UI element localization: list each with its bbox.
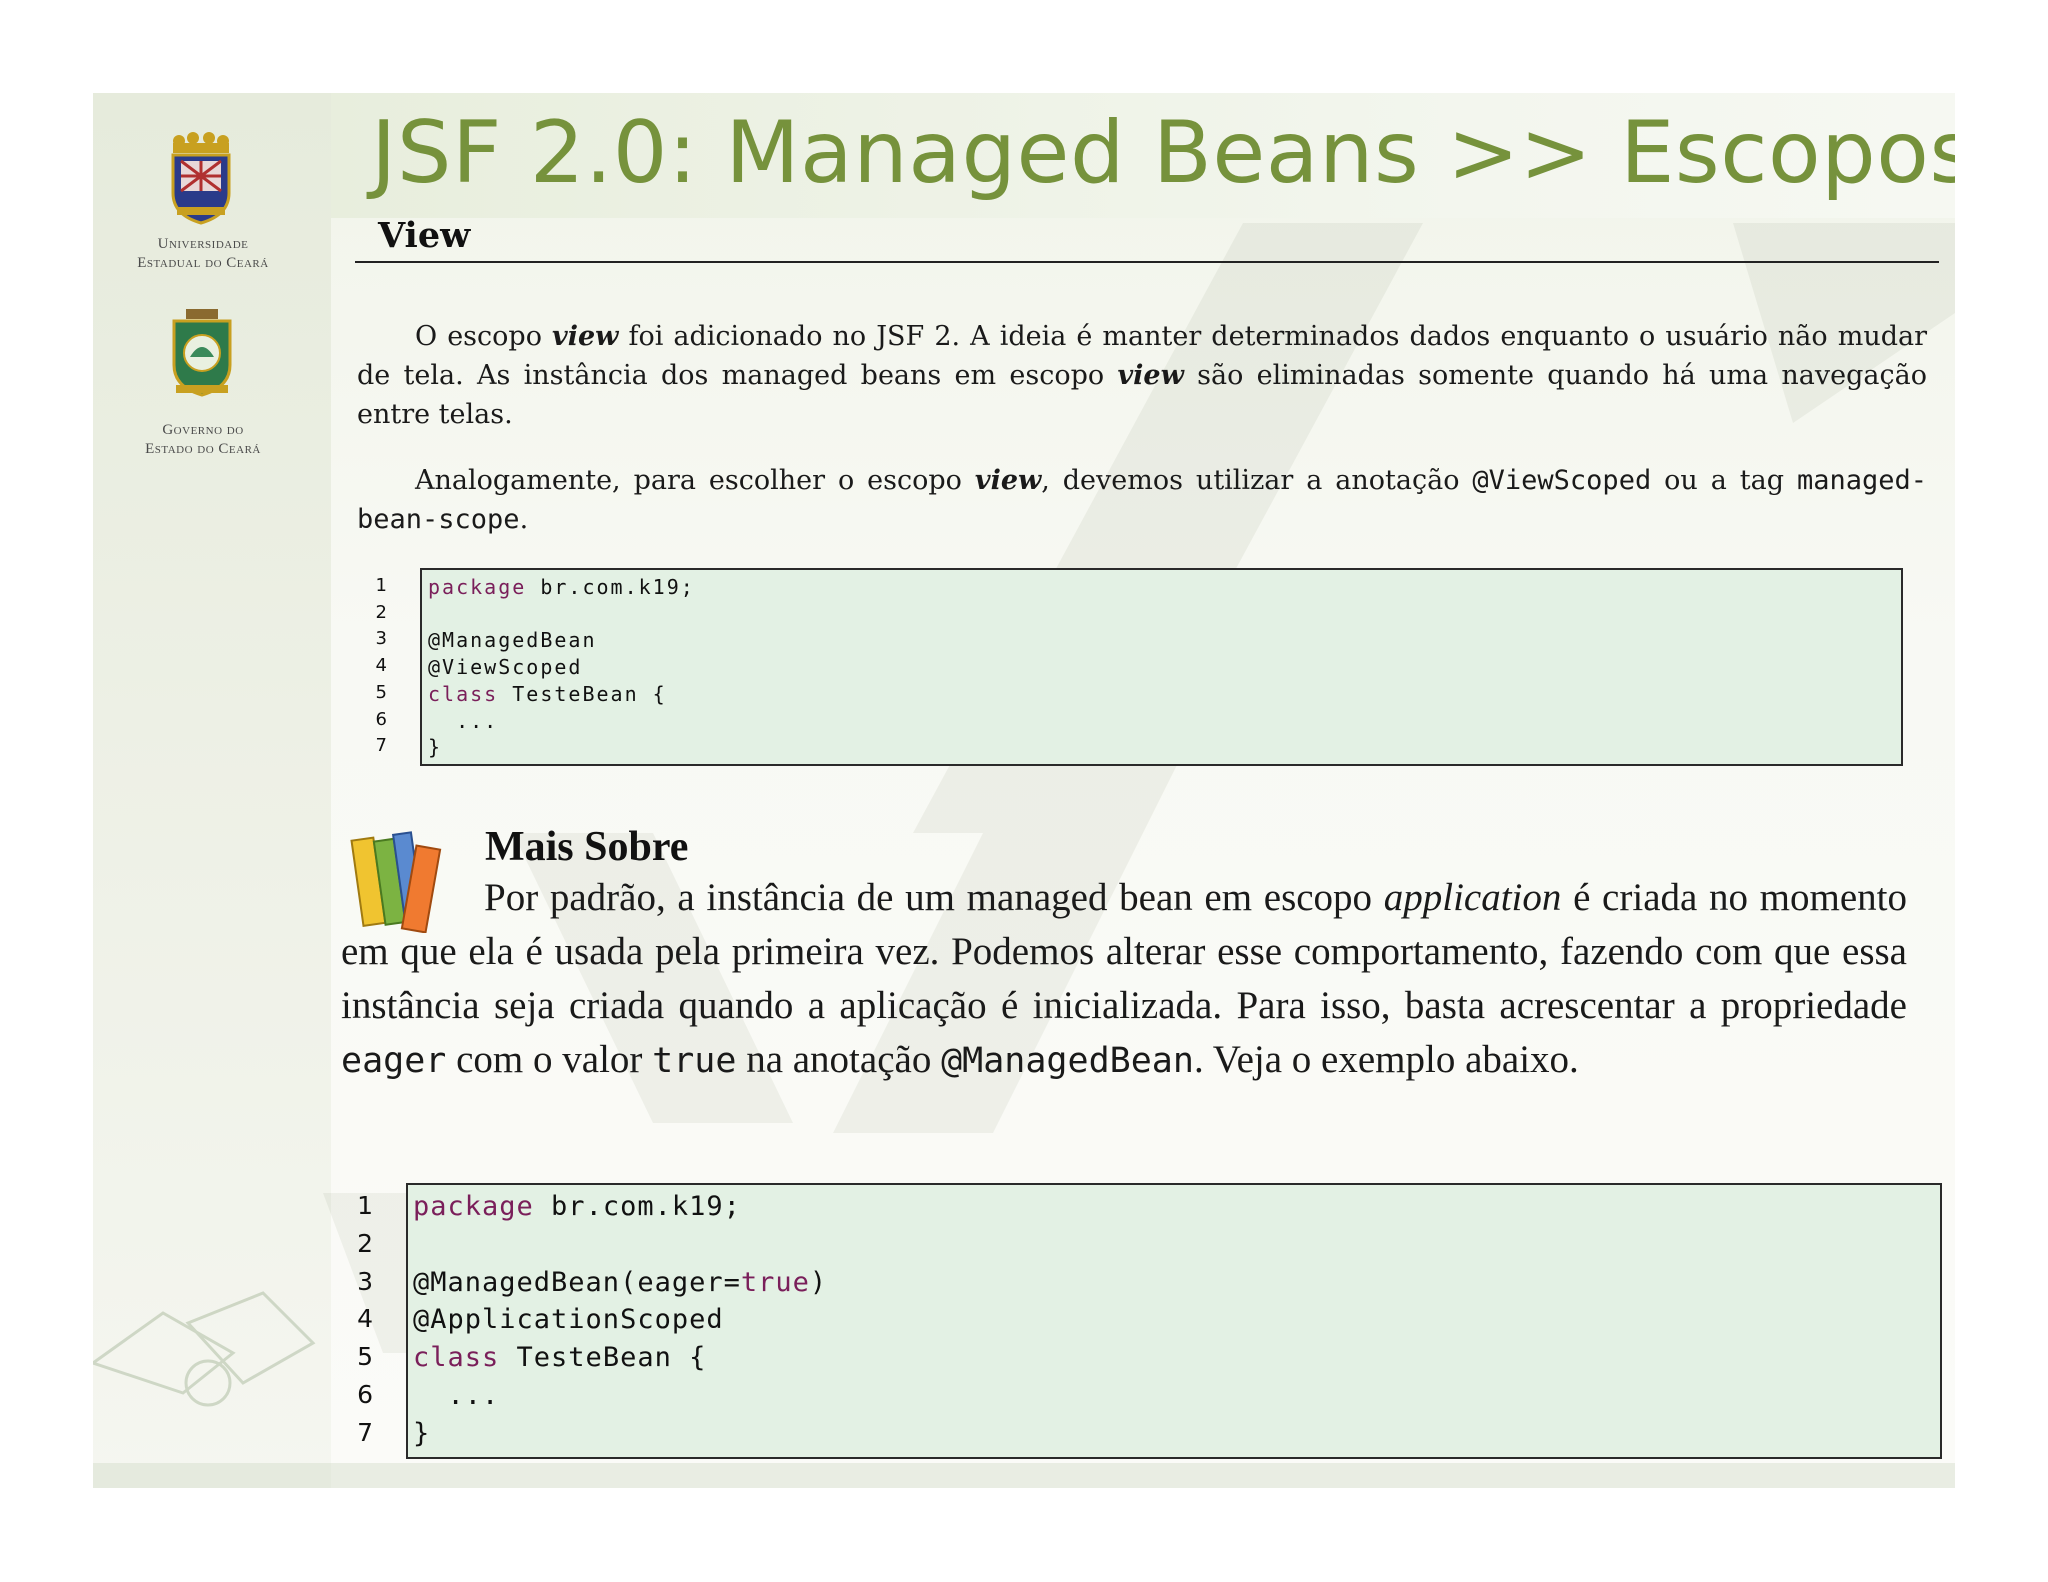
page-title: JSF 2.0: Managed Beans >> Escopos <box>371 103 1955 203</box>
slide: Universidade Estadual do Ceará Governo d… <box>93 93 1955 1488</box>
code-line: ... <box>413 1380 499 1411</box>
line-number: 2 <box>357 1228 373 1258</box>
code-line: @ViewScoped <box>428 655 582 679</box>
line-number: 5 <box>375 681 387 703</box>
code-text: @ManagedBean(eager= <box>413 1266 741 1298</box>
government-crest-icon <box>172 309 232 397</box>
code-line: @ManagedBean(eager=true) <box>413 1267 827 1298</box>
code-keyword: package <box>428 575 527 599</box>
code-text: @ApplicationScoped <box>413 1304 724 1336</box>
line-number: 3 <box>375 628 387 650</box>
code-text: br.com.k19; <box>526 575 695 599</box>
code-text: } <box>413 1417 431 1449</box>
line-number: 4 <box>375 655 387 677</box>
university-crest-icon <box>171 132 231 225</box>
code-text: ... <box>413 1380 500 1411</box>
code-line: ... <box>428 709 498 733</box>
line-number: 6 <box>357 1380 373 1409</box>
line-number: 7 <box>375 735 387 757</box>
line-number: 6 <box>375 708 387 730</box>
code-line: @ApplicationScoped <box>413 1304 724 1335</box>
code-text: TesteBean { <box>499 1342 707 1374</box>
line-number: 2 <box>375 601 387 623</box>
heading-rule <box>355 261 1939 263</box>
code-text: } <box>428 735 443 760</box>
tip-box-title: Mais Sobre <box>485 824 689 870</box>
tip-box-text: Por padrão, a instância de um managed be… <box>341 876 1907 1081</box>
code-text: @ManagedBean <box>428 628 597 653</box>
section-heading: View <box>378 215 471 256</box>
code-line: class TesteBean { <box>428 682 667 706</box>
code-line: package br.com.k19; <box>428 575 695 599</box>
code-line: @ManagedBean <box>428 628 597 652</box>
line-number: 5 <box>357 1342 373 1372</box>
code-line: } <box>413 1418 430 1449</box>
code-keyword: class <box>413 1342 500 1374</box>
line-number: 3 <box>357 1266 373 1296</box>
code-text: ) <box>809 1266 828 1298</box>
code-keyword: package <box>413 1191 534 1222</box>
code-line: } <box>428 735 442 759</box>
line-number: 1 <box>375 575 387 596</box>
code-line: class TesteBean { <box>413 1342 706 1373</box>
code-text: TesteBean { <box>498 681 667 706</box>
government-name: Governo do Estado do Ceará <box>145 422 261 457</box>
code-text: @ViewScoped <box>428 655 583 680</box>
code-text: ... <box>428 708 499 733</box>
paragraph-view-annotation: Analogamente, para escolher o escopo vie… <box>357 465 1927 535</box>
code-line: package br.com.k19; <box>413 1191 741 1222</box>
paragraph-view-intro: O escopo view foi adicionado no JSF 2. A… <box>357 321 1927 430</box>
code-keyword: class <box>428 681 499 706</box>
university-name: Universidade Estadual do Ceará <box>137 236 269 271</box>
line-number: 1 <box>357 1191 373 1220</box>
code-text: br.com.k19; <box>533 1191 741 1222</box>
line-number: 7 <box>357 1417 373 1447</box>
code-keyword: true <box>740 1266 810 1298</box>
line-number: 4 <box>357 1304 373 1334</box>
